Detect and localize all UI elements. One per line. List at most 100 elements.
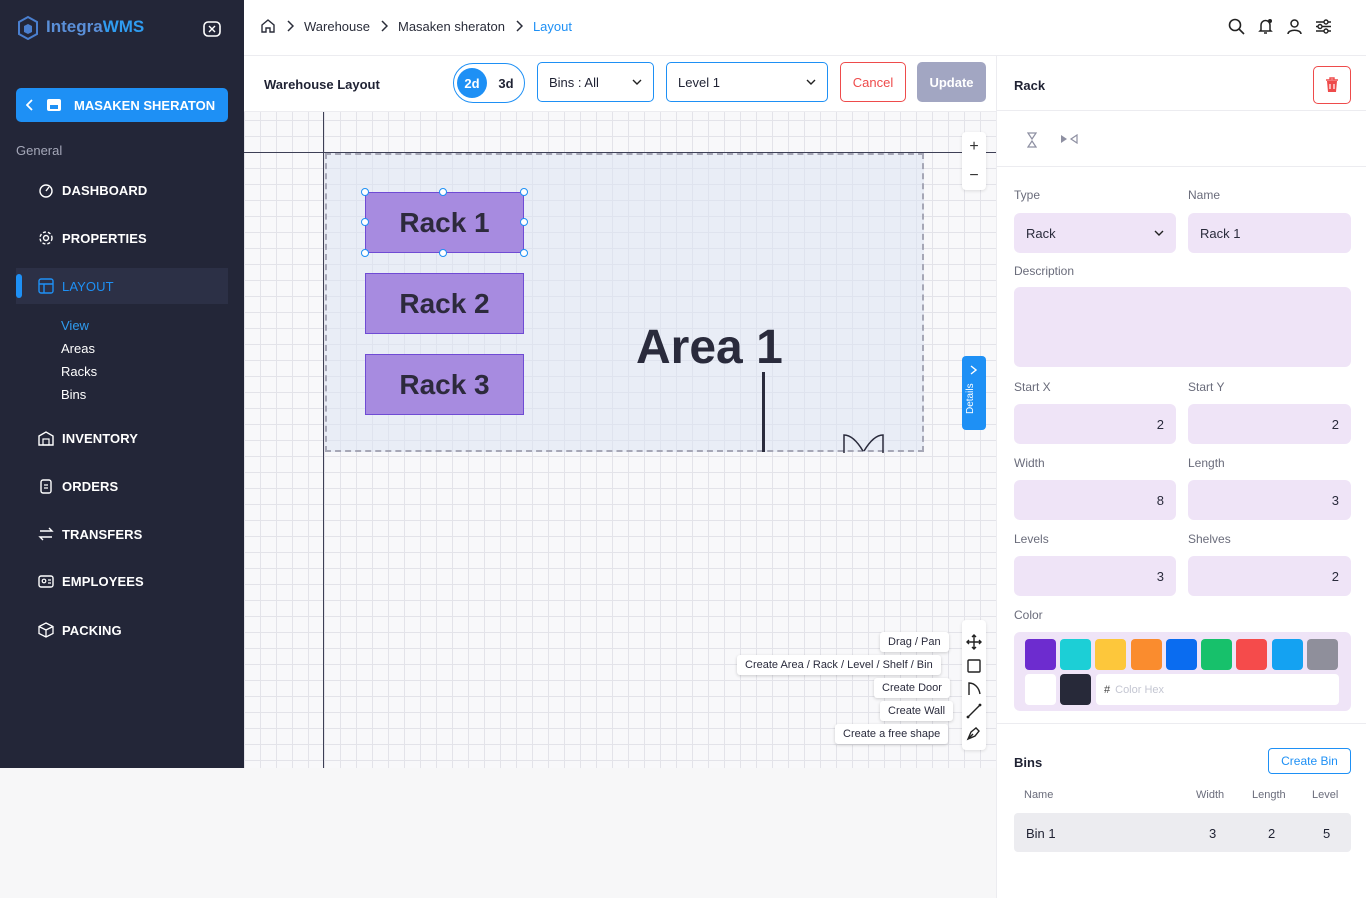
table-row[interactable]: Bin 1 3 2 5 <box>1014 813 1351 852</box>
panel-title: Rack <box>1014 78 1046 93</box>
swatch-sky-blue[interactable] <box>1272 639 1303 670</box>
zoom-controls: + − <box>962 132 986 190</box>
resize-handle[interactable] <box>361 188 369 196</box>
logo-text-primary: Integra <box>46 17 103 36</box>
sidebar-item-properties[interactable]: PROPERTIES <box>16 220 228 256</box>
cancel-button[interactable]: Cancel <box>840 62 906 102</box>
move-pan-icon[interactable] <box>966 634 982 650</box>
create-bin-button[interactable]: Create Bin <box>1268 748 1351 774</box>
description-label: Description <box>1014 264 1075 278</box>
wall-shape[interactable] <box>762 372 765 452</box>
resize-handle[interactable] <box>520 188 528 196</box>
home-icon[interactable] <box>260 18 276 34</box>
swatch-orange[interactable] <box>1131 639 1162 670</box>
bins-col-level: Level <box>1312 789 1339 801</box>
breadcrumb-site[interactable]: Masaken sheraton <box>398 19 505 34</box>
rectangle-tool-icon[interactable] <box>966 658 982 674</box>
wall-tool-icon[interactable] <box>966 703 982 719</box>
start-y-input[interactable]: 2 <box>1188 404 1351 444</box>
flip-vertical-icon[interactable] <box>1027 132 1037 148</box>
swatch-blue[interactable] <box>1166 639 1197 670</box>
user-icon[interactable] <box>1286 18 1303 35</box>
shelves-label: Shelves <box>1188 532 1231 546</box>
door-shape[interactable] <box>843 433 885 453</box>
swatch-white[interactable] <box>1025 674 1056 705</box>
resize-handle[interactable] <box>520 249 528 257</box>
resize-handle[interactable] <box>439 188 447 196</box>
store-icon <box>47 99 61 111</box>
sidebar-item-inventory[interactable]: INVENTORY <box>16 420 228 456</box>
sidebar-item-transfers[interactable]: TRANSFERS <box>16 516 228 552</box>
area-label: Area 1 <box>636 321 783 374</box>
bins-col-width: Width <box>1196 789 1225 801</box>
swatch-green[interactable] <box>1201 639 1232 670</box>
logo-icon <box>18 15 38 40</box>
update-button[interactable]: Update <box>917 62 986 102</box>
swatch-dark[interactable] <box>1060 674 1091 705</box>
breadcrumb-warehouse[interactable]: Warehouse <box>304 19 370 34</box>
app-logo[interactable]: Integra WMS <box>16 14 144 40</box>
back-chevron-icon <box>26 99 33 111</box>
pen-tool-icon[interactable] <box>966 725 982 741</box>
sidebar-item-packing[interactable]: PACKING <box>16 612 228 648</box>
resize-handle[interactable] <box>520 218 528 226</box>
zoom-in-button[interactable]: + <box>962 132 986 161</box>
level-select[interactable]: Level 1 <box>666 62 828 102</box>
swatch-gray[interactable] <box>1307 639 1338 670</box>
notification-bell-icon[interactable] <box>1257 18 1274 35</box>
description-textarea[interactable] <box>1014 287 1351 367</box>
delete-button[interactable] <box>1313 66 1351 104</box>
y-axis-line <box>323 112 324 768</box>
resize-handle[interactable] <box>361 218 369 226</box>
collapse-sidebar-icon[interactable] <box>202 20 222 38</box>
sidebar-subitem-view[interactable]: View <box>61 318 89 333</box>
length-input[interactable]: 3 <box>1188 480 1351 520</box>
view-3d-button[interactable]: 3d <box>491 68 521 98</box>
zoom-out-button[interactable]: − <box>962 161 986 190</box>
view-2d-button[interactable]: 2d <box>457 68 487 98</box>
drawing-tools <box>962 620 986 750</box>
details-toggle-tab[interactable]: Details <box>962 356 986 430</box>
sidebar-item-label: INVENTORY <box>62 430 139 446</box>
rack-2-shape[interactable]: Rack 2 <box>365 273 524 334</box>
door-tool-icon[interactable] <box>966 680 982 696</box>
level-select-value: Level 1 <box>678 74 720 90</box>
sidebar-subitem-racks[interactable]: Racks <box>61 364 97 379</box>
color-hex-input[interactable]: # Color Hex <box>1096 674 1339 705</box>
divider <box>997 723 1366 724</box>
type-select[interactable]: Rack <box>1014 213 1176 253</box>
chevron-right-icon <box>970 365 977 375</box>
width-input[interactable]: 8 <box>1014 480 1176 520</box>
swatch-purple[interactable] <box>1025 639 1056 670</box>
color-picker: # Color Hex <box>1014 632 1351 711</box>
sidebar-item-label: TRANSFERS <box>62 526 143 542</box>
search-icon[interactable] <box>1228 18 1245 35</box>
settings-sliders-icon[interactable] <box>1315 18 1332 35</box>
flip-horizontal-icon[interactable] <box>1060 134 1078 144</box>
levels-input[interactable]: 3 <box>1014 556 1176 596</box>
logo-text-accent: WMS <box>102 17 145 36</box>
sidebar-subitem-bins[interactable]: Bins <box>61 387 86 402</box>
sidebar-item-employees[interactable]: EMPLOYEES <box>16 563 228 599</box>
start-x-input[interactable]: 2 <box>1014 404 1176 444</box>
transfer-icon <box>38 527 54 541</box>
rack-3-shape[interactable]: Rack 3 <box>365 354 524 415</box>
sidebar-item-layout[interactable]: LAYOUT <box>16 268 228 304</box>
name-input[interactable]: Rack 1 <box>1188 213 1351 253</box>
bins-filter-select[interactable]: Bins : All <box>537 62 654 102</box>
layout-canvas[interactable]: Area 1 Rack 1 Rack 2 Rack 3 + − Details … <box>244 112 996 768</box>
shelves-input[interactable]: 2 <box>1188 556 1351 596</box>
resize-handle[interactable] <box>439 249 447 257</box>
resize-handle[interactable] <box>361 249 369 257</box>
sidebar-subitem-areas[interactable]: Areas <box>61 341 95 356</box>
swatch-red[interactable] <box>1236 639 1267 670</box>
sidebar-item-dashboard[interactable]: DASHBOARD <box>16 172 228 208</box>
hex-hash: # <box>1104 683 1111 696</box>
swatch-cyan[interactable] <box>1060 639 1091 670</box>
swatch-yellow[interactable] <box>1095 639 1126 670</box>
empty-footer-area <box>0 768 996 898</box>
rack-1-shape[interactable]: Rack 1 <box>365 192 524 253</box>
sidebar-item-orders[interactable]: ORDERS <box>16 468 228 504</box>
workspace-button[interactable]: MASAKEN SHERATON <box>16 88 228 122</box>
tooltip-create-wall: Create Wall <box>880 701 954 721</box>
